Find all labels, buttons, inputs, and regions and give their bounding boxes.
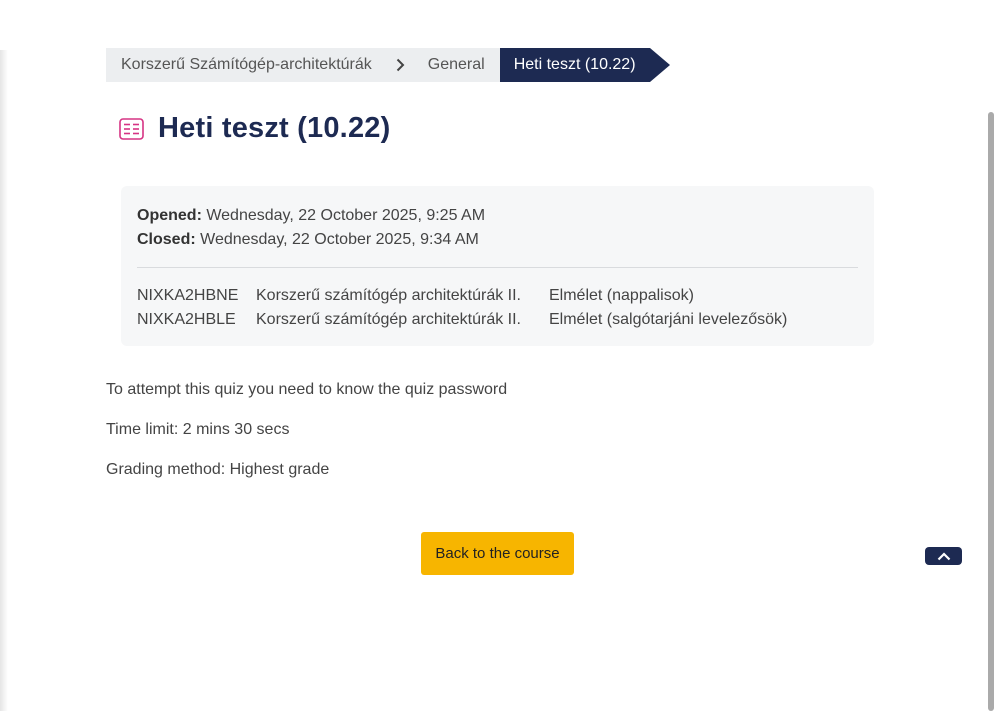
back-to-top-button[interactable]	[925, 547, 962, 565]
closed-label: Closed:	[137, 231, 196, 248]
group-name: Elmélet (nappalisok)	[549, 287, 694, 304]
breadcrumb-item-course[interactable]: Korszerű Számítógép-architektúrák	[106, 48, 387, 82]
quiz-icon	[119, 116, 144, 141]
group-code: NIXKA2HBNE	[137, 287, 239, 304]
page-header: Heti teszt (10.22)	[119, 112, 390, 145]
group-course: Korszerű számítógép architektúrák II.	[256, 287, 521, 304]
grading-method: Grading method: Highest grade	[106, 461, 330, 478]
group-name: Elmélet (salgótarjáni levelezősök)	[549, 311, 788, 328]
closed-value: Wednesday, 22 October 2025, 9:34 AM	[200, 231, 479, 248]
chevron-up-icon	[937, 551, 950, 560]
groups-table: NIXKA2HBNE Korszerű számítógép architekt…	[137, 284, 787, 332]
opened-value: Wednesday, 22 October 2025, 9:25 AM	[206, 207, 486, 224]
back-to-course-button[interactable]: Back to the course	[421, 532, 574, 575]
page-title: Heti teszt (10.22)	[158, 112, 391, 144]
chevron-right-icon	[386, 48, 413, 82]
divider	[137, 267, 858, 268]
page: Korszerű Számítógép-architektúrák Genera…	[0, 0, 995, 711]
scrollbar[interactable]	[988, 112, 994, 711]
opened-label: Opened:	[137, 207, 202, 224]
group-code: NIXKA2HBLE	[137, 311, 236, 328]
group-course: Korszerű számítógép architektúrák II.	[256, 311, 521, 328]
password-notice: To attempt this quiz you need to know th…	[106, 381, 508, 398]
table-row: NIXKA2HBNE Korszerű számítógép architekt…	[137, 284, 787, 308]
table-row: NIXKA2HBLE Korszerű számítógép architekt…	[137, 308, 787, 332]
breadcrumb-item-section[interactable]: General	[412, 48, 500, 82]
breadcrumb-item-current: Heti teszt (10.22)	[499, 48, 670, 82]
breadcrumb: Korszerű Számítógép-architektúrák Genera…	[106, 48, 670, 82]
opened-date: Opened: Wednesday, 22 October 2025, 9:25…	[137, 204, 858, 228]
quiz-info-box: Opened: Wednesday, 22 October 2025, 9:25…	[121, 186, 874, 346]
closed-date: Closed: Wednesday, 22 October 2025, 9:34…	[137, 228, 858, 252]
time-limit: Time limit: 2 mins 30 secs	[106, 421, 290, 438]
drawer-shadow	[0, 50, 8, 711]
